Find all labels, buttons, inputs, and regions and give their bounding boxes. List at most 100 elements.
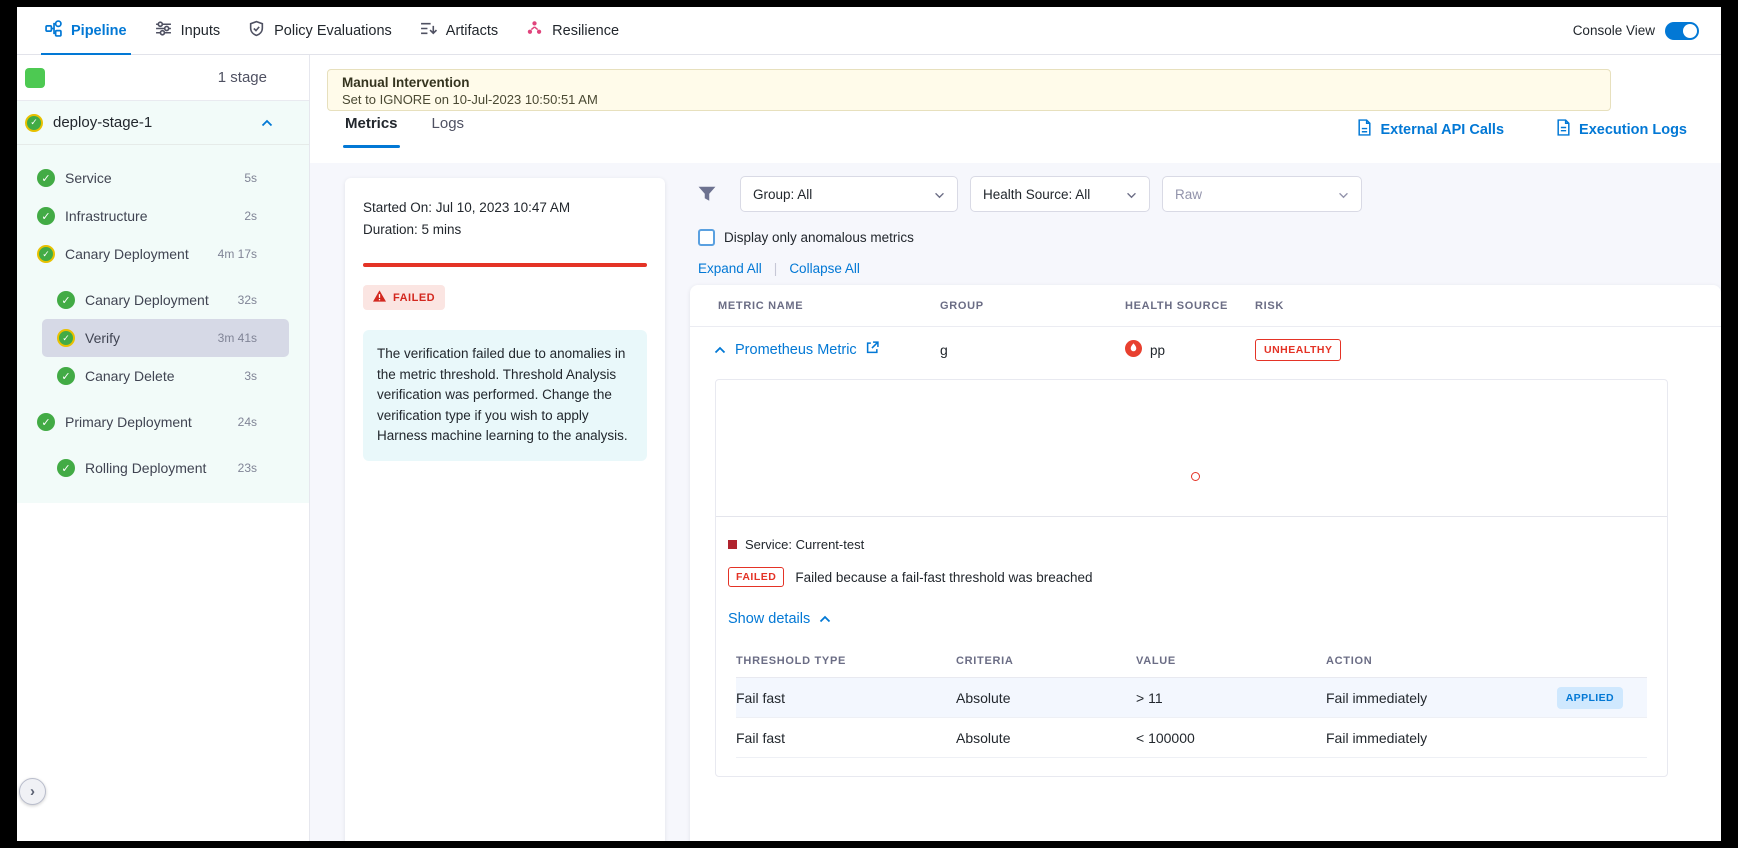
col-group: GROUP — [940, 300, 1125, 312]
col-threshold-type: THRESHOLD TYPE — [736, 655, 956, 667]
step-duration: 3m 41s — [218, 331, 257, 345]
metric-row-prometheus: Prometheus Metric g pp UNHEALTHY — [690, 327, 1721, 373]
step-label: Verify — [85, 330, 120, 346]
stage-status-square-icon — [25, 68, 45, 88]
stage-count: 1 stage — [218, 69, 267, 86]
legend-label: Service: Current-test — [745, 537, 864, 552]
tab-pipeline[interactable]: Pipeline — [31, 7, 141, 55]
console-view-toggle[interactable] — [1665, 22, 1699, 40]
external-api-calls-link[interactable]: External API Calls — [1357, 119, 1504, 140]
execution-sidebar: 1 stage deploy-stage-1 Service 5s Infras… — [17, 55, 310, 841]
threshold-type: Fail fast — [736, 690, 956, 706]
success-status-icon — [37, 169, 55, 187]
anomalous-metrics-label: Display only anomalous metrics — [724, 230, 914, 245]
main-area: Manual Intervention Set to IGNORE on 10-… — [310, 55, 1721, 841]
step-duration: 4m 17s — [218, 247, 257, 261]
threshold-table-header: THRESHOLD TYPE CRITERIA VALUE ACTION — [736, 644, 1647, 678]
sidebar-step-primary-deployment[interactable]: Primary Deployment 24s — [17, 403, 309, 441]
execution-logs-icon — [1556, 119, 1571, 140]
threshold-row: Fail fast Absolute < 100000 Fail immedia… — [736, 718, 1647, 758]
threshold-action: Fail immediately — [1326, 730, 1427, 746]
step-duration: 24s — [238, 415, 257, 429]
divider: | — [774, 261, 778, 276]
threshold-action: Fail immediately — [1326, 690, 1427, 706]
metric-group-cell: g — [940, 342, 1125, 358]
tab-resilience[interactable]: Resilience — [512, 7, 633, 55]
step-tree: Service 5s Infrastructure 2s Canary Depl… — [17, 145, 309, 487]
execution-logs-label: Execution Logs — [1579, 122, 1687, 138]
sidebar-step-infrastructure[interactable]: Infrastructure 2s — [17, 197, 309, 235]
failure-reason-row: FAILED Failed because a fail-fast thresh… — [728, 567, 1667, 587]
external-link-icon[interactable] — [866, 341, 879, 359]
sidebar-step-canary-deployment[interactable]: Canary Deployment 4m 17s — [17, 235, 309, 273]
failed-status-label: FAILED — [393, 292, 435, 304]
external-api-calls-label: External API Calls — [1380, 122, 1504, 138]
collapse-all-link[interactable]: Collapse All — [789, 261, 860, 276]
health-source-filter-dropdown[interactable]: Health Source: All — [970, 176, 1150, 212]
chevron-down-icon — [934, 187, 945, 202]
tab-pipeline-label: Pipeline — [71, 23, 127, 39]
step-label: Canary Deployment — [85, 292, 209, 308]
duration: Duration: 5 mins — [363, 222, 647, 237]
verify-content: Started On: Jul 10, 2023 10:47 AM Durati… — [310, 163, 1721, 841]
sidebar-step-canary-delete[interactable]: Canary Delete 3s — [17, 357, 309, 395]
metric-detail-card: Service: Current-test FAILED Failed beca… — [715, 379, 1668, 777]
resilience-icon — [526, 20, 543, 41]
stage-tree: deploy-stage-1 Service 5s Infrastructure… — [17, 101, 309, 503]
tab-policy-evaluations[interactable]: Policy Evaluations — [234, 7, 406, 55]
sidebar-stage-deploy-stage-1[interactable]: deploy-stage-1 — [17, 101, 309, 145]
threshold-criteria: Absolute — [956, 690, 1136, 706]
sidebar-step-canary-deployment-child[interactable]: Canary Deployment 32s — [17, 281, 309, 319]
threshold-criteria: Absolute — [956, 730, 1136, 746]
expand-all-link[interactable]: Expand All — [698, 261, 762, 276]
filter-funnel-icon[interactable] — [698, 186, 716, 202]
external-api-calls-icon — [1357, 119, 1372, 140]
metrics-panel: METRIC NAME GROUP HEALTH SOURCE RISK Pro… — [690, 285, 1721, 841]
sidebar-step-rolling-deployment[interactable]: Rolling Deployment 23s — [17, 449, 309, 487]
threshold-action-cell: Fail immediately — [1326, 730, 1647, 746]
sidebar-step-verify[interactable]: Verify 3m 41s — [42, 319, 289, 357]
legend-swatch — [728, 540, 737, 549]
tab-logs[interactable]: Logs — [432, 115, 465, 148]
anomalous-metrics-filter[interactable]: Display only anomalous metrics — [698, 229, 914, 246]
show-details-link[interactable]: Show details — [728, 611, 831, 627]
threshold-row: Fail fast Absolute > 11 Fail immediately… — [736, 678, 1647, 718]
execution-logs-link[interactable]: Execution Logs — [1556, 119, 1687, 140]
col-risk: RISK — [1255, 300, 1693, 312]
chart-data-point[interactable] — [1191, 472, 1200, 481]
metric-name-link[interactable]: Prometheus Metric — [735, 342, 857, 358]
step-duration: 2s — [244, 209, 257, 223]
raw-filter-dropdown[interactable]: Raw — [1162, 176, 1362, 212]
col-criteria: CRITERIA — [956, 655, 1136, 667]
threshold-type: Fail fast — [736, 730, 956, 746]
console-view-control: Console View — [1573, 22, 1707, 40]
step-duration: 32s — [238, 293, 257, 307]
metric-risk-cell: UNHEALTHY — [1255, 339, 1693, 361]
failed-outline-badge: FAILED — [728, 567, 784, 587]
stage-summary-row: 1 stage — [17, 55, 309, 101]
success-status-icon — [57, 291, 75, 309]
collapse-row-chevron-up-icon[interactable] — [714, 341, 726, 359]
view-tabs: Metrics Logs — [345, 115, 464, 148]
step-label: Rolling Deployment — [85, 460, 206, 476]
unhealthy-risk-badge: UNHEALTHY — [1255, 339, 1341, 361]
col-metric-name: METRIC NAME — [718, 300, 940, 312]
anomalous-metrics-checkbox[interactable] — [698, 229, 715, 246]
step-duration: 23s — [238, 461, 257, 475]
inputs-icon — [155, 20, 172, 41]
sidebar-step-service[interactable]: Service 5s — [17, 159, 309, 197]
threshold-table: THRESHOLD TYPE CRITERIA VALUE ACTION Fai… — [736, 644, 1647, 758]
tab-metrics[interactable]: Metrics — [345, 115, 398, 148]
chevron-up-icon[interactable] — [261, 114, 273, 132]
console-panel-expand-button[interactable]: › — [19, 778, 46, 805]
threshold-value: < 100000 — [1136, 730, 1326, 746]
metric-name-cell: Prometheus Metric — [714, 341, 936, 359]
col-health-source: HEALTH SOURCE — [1125, 300, 1255, 312]
step-label: Canary Deployment — [65, 246, 189, 262]
console-view-label: Console View — [1573, 23, 1655, 38]
tab-artifacts[interactable]: Artifacts — [406, 7, 512, 55]
tab-inputs[interactable]: Inputs — [141, 7, 235, 55]
stage-name: deploy-stage-1 — [53, 114, 152, 131]
show-details-label: Show details — [728, 611, 810, 627]
group-filter-dropdown[interactable]: Group: All — [740, 176, 958, 212]
